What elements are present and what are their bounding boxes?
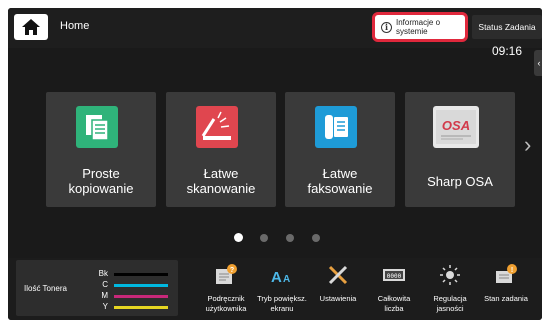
touch-panel-screen: Home i Informacje o systemie Status Zada… — [8, 8, 542, 320]
svg-text:!: ! — [511, 267, 513, 274]
page-dot[interactable] — [312, 234, 320, 242]
tile-easy-copy[interactable]: Proste kopiowanie — [46, 92, 156, 207]
tile-label: Sharp OSA — [427, 174, 493, 189]
counter-icon: 0000 — [383, 269, 405, 281]
brightness-icon — [440, 265, 460, 285]
header-bar: Home i Informacje o systemie Status Zada… — [8, 8, 542, 48]
page-dot[interactable] — [286, 234, 294, 242]
home-button[interactable] — [14, 14, 48, 40]
tool-screen-zoom[interactable]: A A Tryb powiększ. ekranu — [254, 260, 310, 318]
info-icon: i — [381, 21, 392, 33]
toner-bar — [114, 284, 168, 287]
svg-text:?: ? — [230, 267, 234, 274]
page-dot[interactable] — [260, 234, 268, 242]
home-icon — [22, 19, 40, 35]
settings-icon — [328, 265, 348, 285]
system-info-label: Informacje o systemie — [396, 18, 441, 36]
tile-label: Łatwe skanowanie — [186, 166, 256, 196]
tool-brightness[interactable]: Regulacja jasności — [422, 260, 478, 318]
tool-label: Podręcznik użytkownika — [205, 294, 247, 313]
toner-bar — [114, 273, 168, 276]
svg-text:A: A — [271, 269, 282, 286]
tool-label: Stan zadania — [484, 294, 528, 303]
tool-settings[interactable]: Ustawienia — [310, 260, 366, 318]
tile-easy-scan[interactable]: Łatwe skanowanie — [166, 92, 276, 207]
toner-title: Ilość Tonera — [24, 284, 67, 293]
copy-icon — [76, 106, 118, 148]
toner-level-panel: Ilość Tonera Bk C M Y — [16, 260, 178, 316]
tile-label: Proste kopiowanie — [68, 166, 134, 196]
tile-easy-fax[interactable]: Łatwe faksowanie — [285, 92, 395, 207]
job-status-button[interactable]: Status Zadania — [472, 15, 542, 39]
tile-label: Łatwe faksowanie — [307, 166, 373, 196]
manual-icon: ? — [216, 264, 237, 284]
bottom-toolbar: Ilość Tonera Bk C M Y ? Podręcznik użytk… — [8, 258, 542, 320]
next-page-arrow[interactable]: › — [524, 132, 531, 158]
tool-total-count[interactable]: 0000 Całkowita liczba — [366, 260, 422, 318]
fax-icon — [315, 106, 357, 148]
page-dot-active[interactable] — [234, 233, 243, 242]
system-info-button[interactable]: i Informacje o systemie — [372, 12, 468, 42]
sharp-osa-icon: OSA — [433, 106, 479, 148]
svg-text:A: A — [283, 274, 290, 285]
tool-job-status[interactable]: ! Stan zadania — [478, 260, 534, 318]
scan-icon — [196, 106, 238, 148]
tool-label: Ustawienia — [319, 294, 357, 303]
tool-label: Tryb powiększ. ekranu — [257, 294, 307, 313]
side-panel-tab[interactable]: ‹ — [534, 50, 542, 76]
tool-label: Całkowita liczba — [377, 294, 411, 313]
zoom-text-icon: A A — [271, 269, 290, 286]
svg-text:0000: 0000 — [387, 273, 402, 280]
tool-label: Regulacja jasności — [433, 294, 467, 313]
clock: 09:16 — [492, 44, 523, 58]
toner-bar — [114, 295, 168, 298]
tile-sharp-osa[interactable]: OSA Sharp OSA — [405, 92, 515, 207]
svg-text:OSA: OSA — [442, 118, 470, 133]
toner-bar — [114, 306, 168, 309]
tool-user-manual[interactable]: ? Podręcznik użytkownika — [198, 260, 254, 318]
job-status-icon: ! — [496, 264, 517, 283]
home-title: Home — [60, 20, 90, 32]
